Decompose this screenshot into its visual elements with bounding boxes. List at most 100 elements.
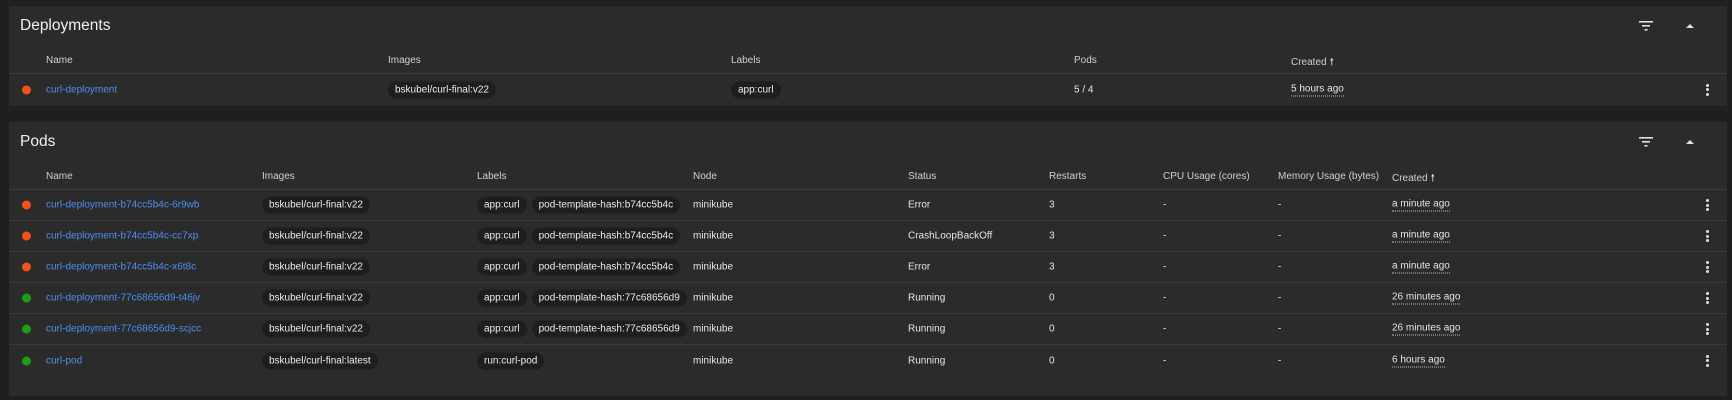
node-name: minikube bbox=[693, 230, 734, 242]
deployment-name-link[interactable]: curl-deployment bbox=[46, 84, 117, 95]
filter-icon[interactable] bbox=[1637, 18, 1655, 34]
memory-usage: - bbox=[1278, 199, 1282, 211]
label-chip: app:curl bbox=[477, 320, 527, 338]
created-time: 26 minutes ago bbox=[1392, 291, 1461, 305]
pods-table-header: Name Images Labels Node Status Restarts … bbox=[9, 162, 1727, 190]
image-chip: bskubel/curl-final:v22 bbox=[388, 81, 496, 98]
col-labels[interactable]: Labels bbox=[477, 171, 506, 182]
status-error-icon bbox=[22, 262, 31, 272]
labels-group: app:curl pod-template-hash:b74cc5b4c bbox=[477, 196, 685, 214]
collapse-icon[interactable] bbox=[1681, 134, 1699, 150]
more-vert-icon[interactable] bbox=[1702, 321, 1712, 337]
col-name[interactable]: Name bbox=[46, 171, 73, 182]
pods-title: Pods bbox=[20, 133, 56, 150]
label-chip: pod-template-hash:b74cc5b4c bbox=[531, 227, 681, 245]
filter-icon[interactable] bbox=[1637, 134, 1655, 150]
col-labels[interactable]: Labels bbox=[731, 55, 760, 66]
pod-name-link[interactable]: curl-deployment-b74cc5b4c-x6t8c bbox=[46, 262, 196, 273]
pods-card: Pods Name Images Labels Node Status Rest… bbox=[9, 122, 1727, 396]
table-row[interactable]: curl-deployment-b74cc5b4c-x6t8c bskubel/c… bbox=[9, 252, 1727, 283]
image-chip: bskubel/curl-final:v22 bbox=[262, 196, 370, 214]
memory-usage: - bbox=[1278, 323, 1282, 335]
restarts-count: 0 bbox=[1049, 355, 1055, 366]
node-name: minikube bbox=[693, 323, 734, 335]
image-chip: bskubel/curl-final:v22 bbox=[262, 320, 370, 338]
label-chip: pod-template-hash:77c68656d9 bbox=[531, 320, 687, 338]
col-status[interactable]: Status bbox=[908, 171, 936, 182]
status-ok-icon bbox=[22, 356, 31, 365]
pod-name-link[interactable]: curl-pod bbox=[46, 355, 82, 366]
pod-name-link[interactable]: curl-deployment-77c68656d9-scjcc bbox=[46, 324, 201, 335]
table-row[interactable]: curl-deployment-b74cc5b4c-6r9wb bskubel/c… bbox=[9, 190, 1727, 221]
collapse-icon[interactable] bbox=[1681, 18, 1699, 34]
label-chip: pod-template-hash:b74cc5b4c bbox=[531, 258, 681, 276]
deployments-title: Deployments bbox=[20, 17, 111, 34]
labels-group: app:curl pod-template-hash:77c68656d9 bbox=[477, 320, 692, 338]
col-name[interactable]: Name bbox=[46, 55, 73, 66]
more-vert-icon[interactable] bbox=[1702, 228, 1712, 244]
created-time: 26 minutes ago bbox=[1392, 322, 1461, 336]
cpu-usage: - bbox=[1163, 230, 1167, 242]
col-node[interactable]: Node bbox=[693, 171, 717, 182]
restarts-count: 3 bbox=[1049, 230, 1055, 242]
table-row[interactable]: curl-deployment-b74cc5b4c-cc7xp bskubel/c… bbox=[9, 221, 1727, 252]
pod-name-link[interactable]: curl-deployment-b74cc5b4c-cc7xp bbox=[46, 231, 198, 242]
label-chip: app:curl bbox=[477, 196, 527, 214]
created-time: a minute ago bbox=[1392, 260, 1450, 274]
col-cpu[interactable]: CPU Usage (cores) bbox=[1163, 171, 1250, 182]
created-time: a minute ago bbox=[1392, 229, 1450, 243]
cpu-usage: - bbox=[1163, 292, 1167, 304]
deployments-card: Deployments Name Images Labels Pods Crea… bbox=[9, 6, 1727, 106]
pod-status: Running bbox=[908, 292, 946, 304]
more-vert-icon[interactable] bbox=[1702, 82, 1712, 98]
restarts-count: 0 bbox=[1049, 292, 1055, 304]
table-row[interactable]: curl-deployment-77c68656d9-t46jv bskubel/… bbox=[9, 283, 1727, 314]
memory-usage: - bbox=[1278, 355, 1282, 366]
col-memory[interactable]: Memory Usage (bytes) bbox=[1278, 171, 1379, 182]
cpu-usage: - bbox=[1163, 355, 1167, 366]
pod-status: CrashLoopBackOff bbox=[908, 230, 993, 242]
col-created[interactable]: Created 🠕 bbox=[1291, 55, 1334, 72]
pod-name-link[interactable]: curl-deployment-b74cc5b4c-6r9wb bbox=[46, 200, 199, 211]
label-chip: app:curl bbox=[731, 81, 781, 98]
label-chip: app:curl bbox=[477, 289, 527, 307]
created-time: 5 hours ago bbox=[1291, 83, 1344, 96]
image-chip: bskubel/curl-final:v22 bbox=[262, 289, 370, 307]
memory-usage: - bbox=[1278, 261, 1282, 273]
node-name: minikube bbox=[693, 355, 734, 366]
sort-arrow-up-icon: 🠕 bbox=[1329, 57, 1334, 68]
label-chip: run:curl-pod bbox=[477, 352, 545, 369]
status-ok-icon bbox=[22, 324, 31, 334]
label-chip: pod-template-hash:b74cc5b4c bbox=[531, 196, 681, 214]
sort-arrow-up-icon: 🠕 bbox=[1430, 173, 1435, 184]
more-vert-icon[interactable] bbox=[1702, 353, 1712, 369]
col-restarts[interactable]: Restarts bbox=[1049, 171, 1086, 182]
node-name: minikube bbox=[693, 292, 734, 304]
more-vert-icon[interactable] bbox=[1702, 290, 1712, 306]
col-images[interactable]: Images bbox=[262, 171, 295, 182]
col-images[interactable]: Images bbox=[388, 55, 421, 66]
col-created[interactable]: Created 🠕 bbox=[1392, 171, 1435, 188]
pod-status: Running bbox=[908, 323, 946, 335]
labels-group: app:curl pod-template-hash:b74cc5b4c bbox=[477, 227, 685, 245]
cpu-usage: - bbox=[1163, 323, 1167, 335]
pod-name-link[interactable]: curl-deployment-77c68656d9-t46jv bbox=[46, 293, 200, 304]
node-name: minikube bbox=[693, 199, 734, 211]
label-chip: app:curl bbox=[477, 258, 527, 276]
pod-status: Running bbox=[908, 355, 946, 366]
status-error-icon bbox=[22, 85, 31, 94]
status-ok-icon bbox=[22, 293, 31, 303]
pods-count: 5 / 4 bbox=[1074, 84, 1094, 95]
table-row[interactable]: curl-deployment-77c68656d9-scjcc bskubel/… bbox=[9, 314, 1727, 345]
image-chip: bskubel/curl-final:v22 bbox=[262, 258, 370, 276]
restarts-count: 3 bbox=[1049, 261, 1055, 273]
col-pods[interactable]: Pods bbox=[1074, 55, 1097, 66]
more-vert-icon[interactable] bbox=[1702, 259, 1712, 275]
node-name: minikube bbox=[693, 261, 734, 273]
memory-usage: - bbox=[1278, 230, 1282, 242]
table-row[interactable]: curl-deployment bskubel/curl-final:v22 a… bbox=[9, 74, 1727, 105]
created-time: 6 hours ago bbox=[1392, 354, 1445, 367]
status-error-icon bbox=[22, 231, 31, 241]
more-vert-icon[interactable] bbox=[1702, 197, 1712, 213]
table-row[interactable]: curl-pod bskubel/curl-final:latest run:cur… bbox=[9, 345, 1727, 376]
